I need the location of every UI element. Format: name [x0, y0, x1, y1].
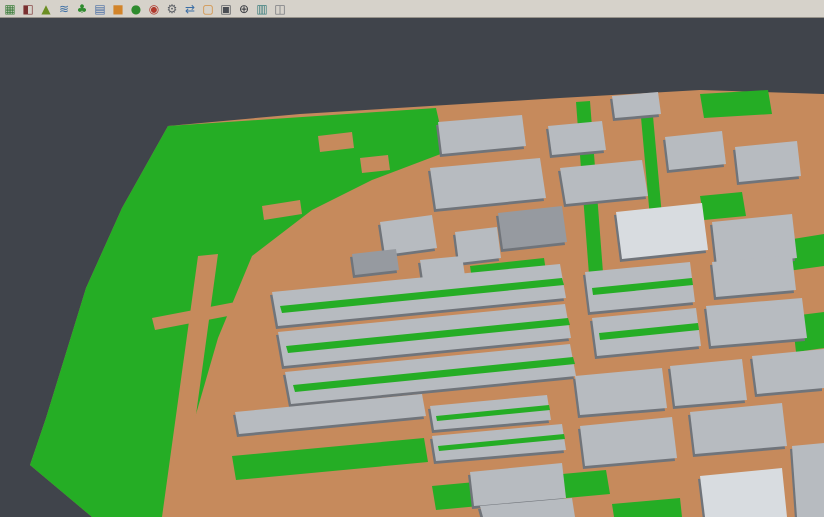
- rows-icon[interactable]: ▤: [92, 1, 108, 17]
- building: [792, 443, 824, 517]
- globe-icon[interactable]: ⊕: [236, 1, 252, 17]
- building: [700, 468, 787, 517]
- scene-svg: [0, 18, 824, 517]
- app-toolbar: ▦◧▲≋♣▤■●◉⚙⇄▢▣⊕▥◫: [0, 0, 824, 18]
- building: [690, 403, 787, 454]
- building: [616, 203, 708, 259]
- vegetation-patch: [700, 192, 746, 220]
- toolbar-icons: ▦◧▲≋♣▤■●◉⚙⇄▢▣⊕▥◫: [2, 1, 288, 17]
- building: [665, 131, 726, 170]
- mountain-icon[interactable]: ▲: [38, 1, 54, 17]
- window-icon[interactable]: ▣: [218, 1, 234, 17]
- split-panel-icon[interactable]: ◫: [272, 1, 288, 17]
- building: [575, 368, 667, 415]
- building: [752, 349, 824, 394]
- building: [548, 121, 606, 155]
- tree-icon[interactable]: ♣: [74, 1, 90, 17]
- box-icon[interactable]: ■: [110, 1, 126, 17]
- building: [498, 206, 567, 249]
- water-icon[interactable]: ≋: [56, 1, 72, 17]
- building: [712, 255, 796, 297]
- selection-box-icon[interactable]: ▢: [200, 1, 216, 17]
- application-window: ▦◧▲≋♣▤■●◉⚙⇄▢▣⊕▥◫: [0, 0, 824, 517]
- table-icon[interactable]: ▥: [254, 1, 270, 17]
- building: [670, 359, 747, 406]
- pan-arrows-icon[interactable]: ⇄: [182, 1, 198, 17]
- vegetation-patch: [700, 90, 772, 118]
- target-icon[interactable]: ◉: [146, 1, 162, 17]
- viewport-3d[interactable]: [0, 18, 824, 517]
- grid-layers-icon[interactable]: ▦: [2, 1, 18, 17]
- building: [735, 141, 801, 182]
- split-view-icon[interactable]: ◧: [20, 1, 36, 17]
- building: [380, 215, 437, 255]
- building: [612, 92, 661, 118]
- settings-gear-icon[interactable]: ⚙: [164, 1, 180, 17]
- sphere-icon[interactable]: ●: [128, 1, 144, 17]
- building: [706, 298, 807, 346]
- road: [360, 155, 390, 173]
